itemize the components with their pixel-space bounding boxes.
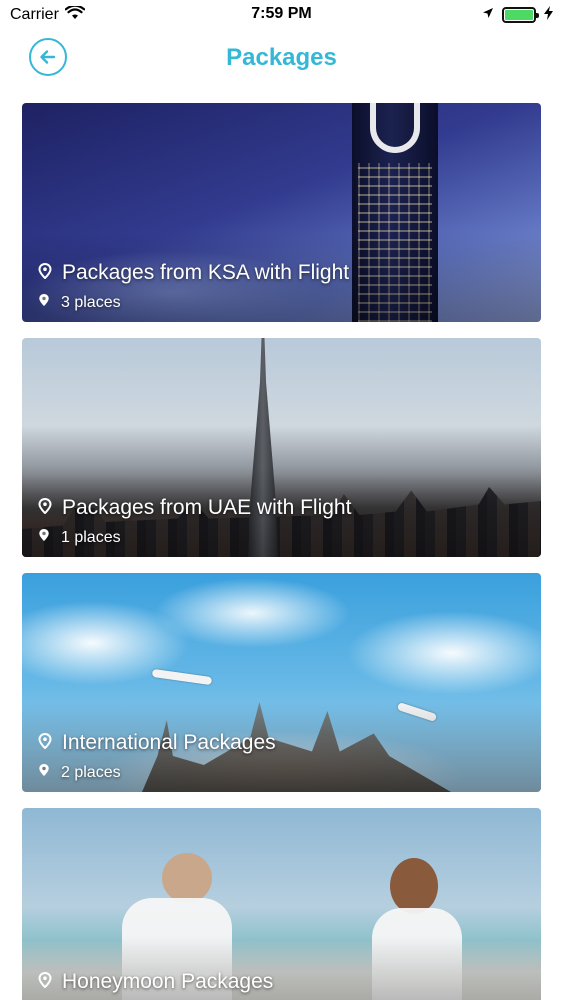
page-title: Packages [226, 44, 337, 71]
battery-indicator [502, 7, 539, 23]
location-pin-icon [38, 262, 52, 284]
card-title-row: Packages from UAE with Flight [38, 496, 351, 520]
package-title: International Packages [62, 731, 276, 754]
status-left: Carrier [10, 4, 86, 25]
card-info: International Packages 2 places [38, 731, 276, 782]
package-title: Honeymoon Packages [62, 970, 274, 993]
tower-arch [370, 103, 420, 153]
card-count-row: 1 places [38, 528, 351, 547]
card-title-row: Packages from KSA with Flight [38, 261, 349, 285]
nav-bar: Packages [0, 30, 563, 86]
carrier-label: Carrier [10, 6, 59, 23]
location-pin-icon [38, 293, 50, 312]
battery-fill [505, 10, 533, 20]
package-card-ksa[interactable]: Packages from KSA with Flight 3 places [22, 103, 541, 322]
package-count: 3 places [61, 293, 121, 311]
package-card-uae[interactable]: Packages from UAE with Flight 1 places [22, 338, 541, 557]
package-count: 1 places [61, 528, 121, 546]
location-pin-icon [38, 497, 52, 519]
card-info: Packages from UAE with Flight 1 places [38, 496, 351, 547]
package-count: 2 places [61, 763, 121, 781]
card-count-row: 2 places [38, 763, 276, 782]
card-count-row: 3 places [38, 293, 349, 312]
location-arrow-icon [482, 6, 494, 24]
man-head [162, 853, 212, 903]
location-pin-icon [38, 528, 50, 547]
airplane [151, 668, 213, 686]
wifi-icon [64, 4, 86, 25]
location-pin-icon [38, 971, 52, 993]
location-pin-icon [38, 732, 52, 754]
package-card-international[interactable]: International Packages 2 places [22, 573, 541, 792]
location-pin-icon [38, 763, 50, 782]
package-title: Packages from UAE with Flight [62, 496, 352, 519]
status-bar: Carrier 7:59 PM [0, 0, 563, 30]
status-right [482, 5, 553, 25]
card-title-row: Honeymoon Packages [38, 970, 273, 994]
arrow-left-icon [40, 50, 56, 64]
card-info: Packages from KSA with Flight 3 places [38, 261, 349, 312]
package-card-honeymoon[interactable]: Honeymoon Packages [22, 808, 541, 1000]
package-title: Packages from KSA with Flight [62, 261, 350, 284]
package-list: Packages from KSA with Flight 3 places P… [22, 103, 541, 1000]
woman-head [390, 858, 438, 914]
back-button[interactable] [29, 38, 67, 76]
card-title-row: International Packages [38, 731, 276, 755]
charging-bolt-icon [544, 5, 553, 25]
card-info: Honeymoon Packages [38, 970, 273, 994]
